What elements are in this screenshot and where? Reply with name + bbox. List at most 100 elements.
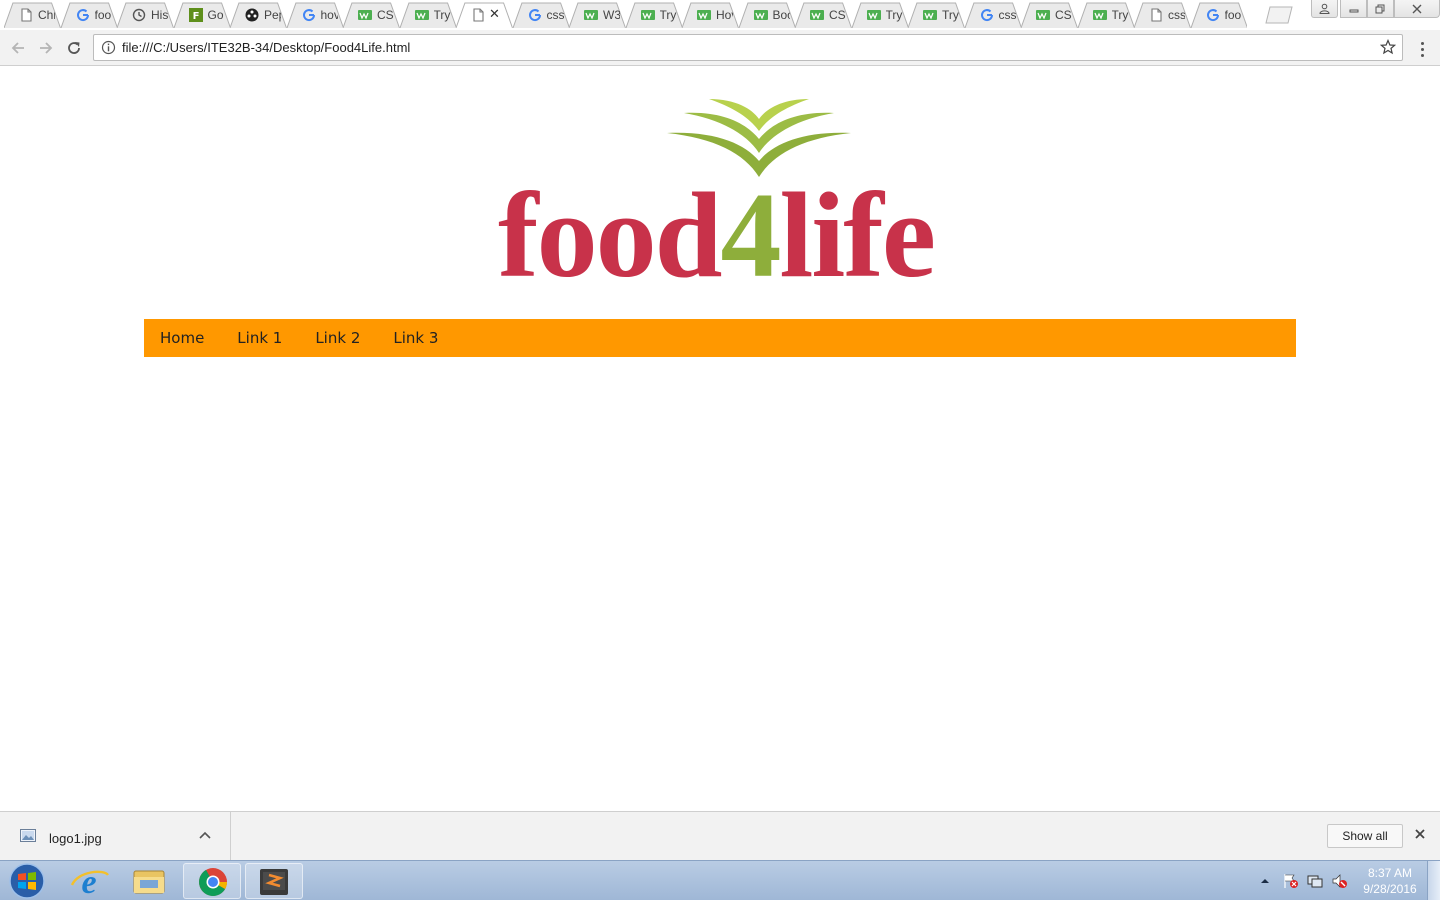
taskbar-sublime[interactable] — [245, 863, 303, 899]
tab[interactable]: F Go — [173, 2, 230, 28]
reload-icon — [68, 42, 80, 54]
volume-muted-icon[interactable] — [1331, 873, 1349, 889]
tab-title: CSS — [377, 8, 394, 22]
nav-link-2[interactable]: Link 2 — [315, 329, 360, 347]
tab-title: Go — [207, 8, 224, 22]
profile-button[interactable] — [1311, 0, 1338, 18]
main-nav-bar: Home Link 1 Link 2 Link 3 — [144, 319, 1296, 357]
nav-link-home[interactable]: Home — [160, 329, 204, 347]
tab-close-button[interactable]: ✕ — [489, 7, 500, 22]
menu-dot — [1420, 47, 1424, 51]
chevron-up-icon[interactable] — [198, 830, 212, 840]
tab[interactable]: hov — [286, 2, 343, 28]
taskbar-ie[interactable]: e — [60, 863, 118, 900]
tab[interactable]: Pep — [230, 2, 287, 28]
show-all-button[interactable]: Show all — [1327, 824, 1403, 848]
tab[interactable]: css — [964, 2, 1021, 28]
action-center-icon[interactable] — [1283, 873, 1299, 889]
history-icon — [132, 8, 146, 22]
tab-title: foo — [94, 8, 112, 22]
food4life-logo: food4life — [464, 93, 968, 303]
tab-title: Hov — [716, 8, 733, 22]
image-file-icon — [20, 829, 36, 842]
show-desktop-button[interactable] — [1427, 861, 1440, 900]
tab[interactable]: CSS — [343, 2, 400, 28]
user-icon — [1319, 3, 1330, 14]
taskbar-explorer[interactable] — [120, 863, 178, 899]
tab-title: css — [1168, 8, 1185, 22]
back-button[interactable] — [8, 38, 28, 58]
network-icon[interactable] — [1307, 873, 1323, 889]
tab-active[interactable]: ✕ — [456, 2, 513, 28]
w3-icon — [753, 10, 768, 20]
download-item[interactable]: logo1.jpg — [0, 812, 231, 860]
page-icon — [1151, 8, 1162, 22]
tab[interactable]: CSS — [1021, 2, 1078, 28]
system-clock[interactable]: 8:37 AM 9/28/2016 — [1350, 865, 1430, 897]
page-content: food4life Home Link 1 Link 2 Link 3 — [0, 67, 1440, 811]
tab-title: Try — [433, 8, 451, 22]
download-file-name[interactable]: logo1.jpg — [49, 831, 102, 846]
w3-icon — [414, 10, 429, 20]
logo-word-life: life — [779, 168, 936, 303]
tab[interactable]: His — [117, 2, 174, 28]
tab[interactable]: foo — [60, 2, 117, 28]
tab[interactable]: CSS — [795, 2, 852, 28]
tab-title: Try — [1111, 8, 1129, 22]
tab-title: foo — [1224, 8, 1242, 22]
address-bar[interactable]: file:///C:/Users/ITE32B-34/Desktop/Food4… — [93, 34, 1403, 61]
minimize-icon — [1349, 9, 1358, 12]
tab-title: Chr — [38, 8, 55, 22]
taskbar-chrome[interactable] — [183, 863, 241, 899]
nav-link-1[interactable]: Link 1 — [237, 329, 282, 347]
google-icon — [302, 9, 315, 22]
w3-icon — [640, 10, 655, 20]
tab[interactable]: Try — [625, 2, 682, 28]
reload-button[interactable] — [64, 38, 84, 58]
start-button[interactable] — [5, 862, 49, 900]
svg-text:F: F — [192, 11, 199, 22]
restore-button[interactable] — [1367, 0, 1394, 18]
google-icon — [528, 9, 541, 22]
nav-link-3[interactable]: Link 3 — [393, 329, 438, 347]
tab[interactable]: Boo — [738, 2, 795, 28]
tab[interactable]: Hov — [682, 2, 739, 28]
minimize-button[interactable] — [1340, 0, 1367, 18]
info-icon[interactable] — [101, 40, 116, 55]
tab[interactable]: Try — [1077, 2, 1134, 28]
tab[interactable]: Try — [851, 2, 908, 28]
new-tab-button[interactable] — [1262, 6, 1296, 24]
tab-title: Boo — [772, 8, 790, 22]
chrome-icon — [199, 868, 227, 896]
page-icon — [473, 8, 484, 22]
tab[interactable]: Try — [908, 2, 965, 28]
tab-list: Chr foo His F Go Pep hov CSS Try ✕ css W3 Try Hov Boo C… — [4, 2, 1247, 30]
arrow-left-icon — [11, 42, 24, 54]
tab[interactable]: Chr — [4, 2, 61, 28]
tab[interactable]: Try — [399, 2, 456, 28]
tab[interactable]: css — [1134, 2, 1191, 28]
google-icon — [980, 9, 993, 22]
google-icon — [76, 9, 89, 22]
sublime-text-icon — [260, 869, 288, 895]
tab[interactable]: foo — [1190, 2, 1247, 28]
internet-explorer-icon: e — [70, 864, 109, 900]
tab-title: CSS — [1055, 8, 1072, 22]
clock-date: 9/28/2016 — [1363, 882, 1417, 896]
windows-taskbar: e 8:37 AM 9/28/2016 — [0, 860, 1440, 900]
tab-title: css — [546, 8, 564, 22]
tab[interactable]: css — [512, 2, 569, 28]
close-window-button[interactable] — [1394, 0, 1440, 18]
url-text[interactable]: file:///C:/Users/ITE32B-34/Desktop/Food4… — [122, 40, 410, 55]
browser-menu-button[interactable] — [1412, 38, 1432, 60]
tray-expand-icon[interactable] — [1259, 876, 1271, 886]
forward-button[interactable] — [36, 38, 56, 58]
close-shelf-icon[interactable] — [1413, 827, 1427, 841]
google-icon — [1206, 9, 1219, 22]
menu-dot — [1420, 41, 1424, 45]
screen: Chr foo His F Go Pep hov CSS Try ✕ css W3 Try Hov Boo C… — [0, 0, 1440, 900]
window-controls — [1340, 0, 1440, 18]
bookmark-star-icon[interactable] — [1380, 39, 1396, 55]
tab[interactable]: W3 — [569, 2, 626, 28]
svg-text:e: e — [81, 864, 96, 899]
